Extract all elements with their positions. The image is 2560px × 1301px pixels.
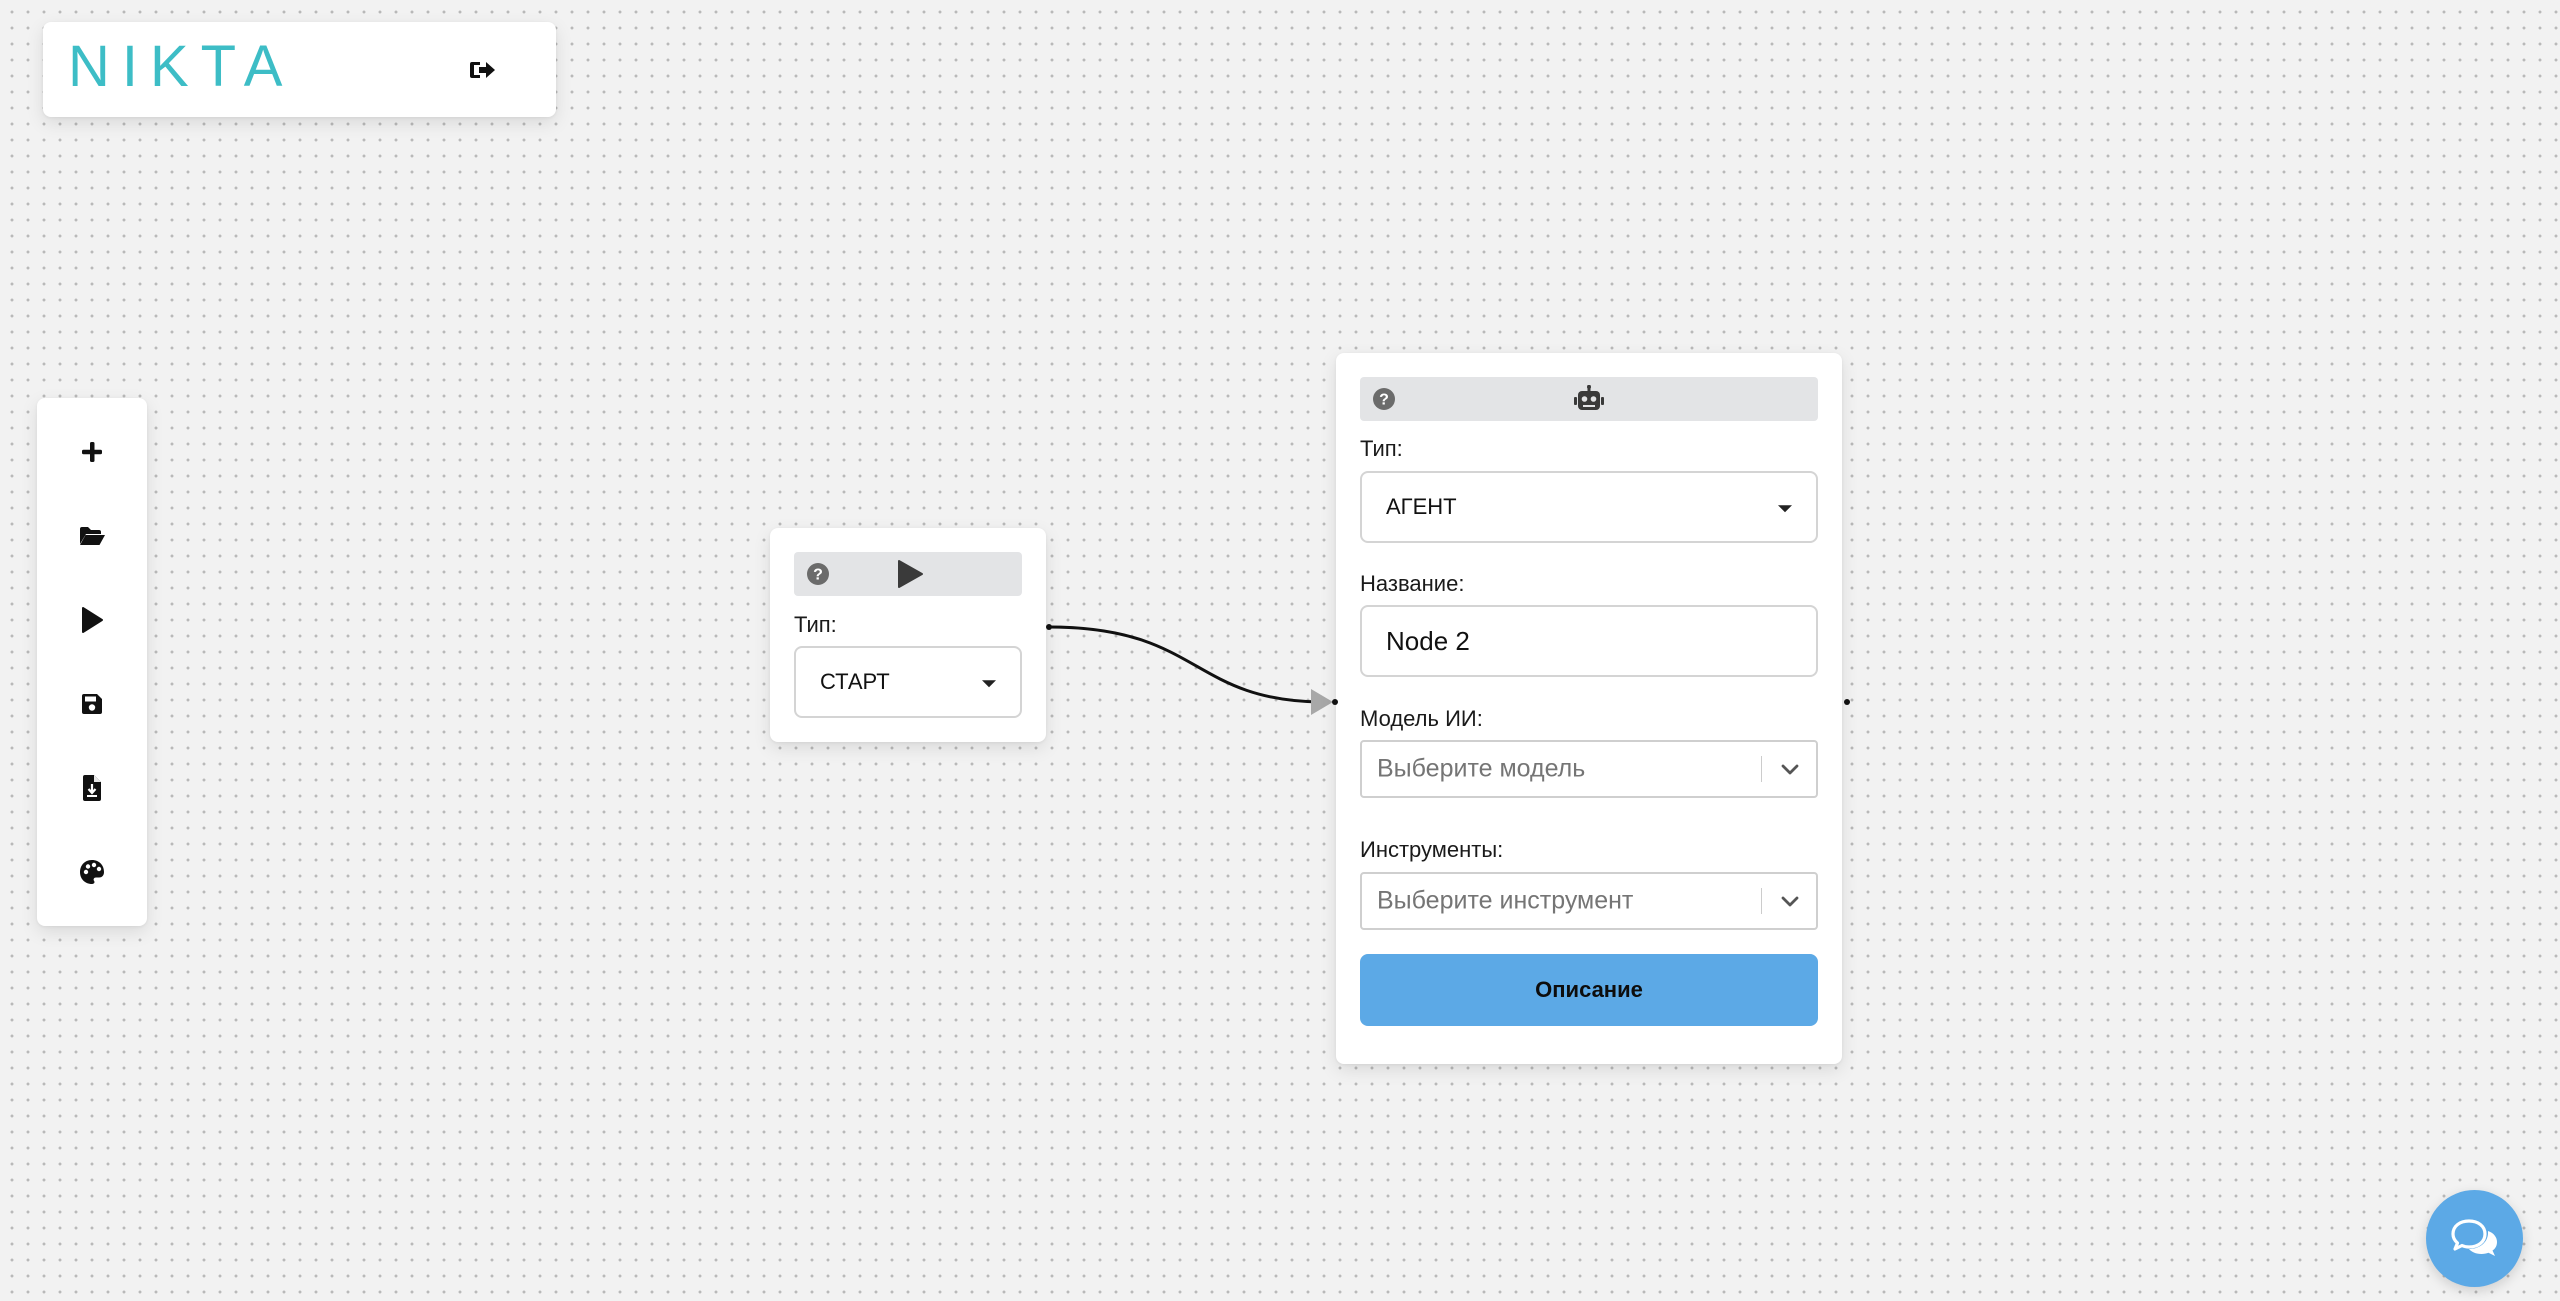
play-icon [898,560,923,588]
start-type-value: СТАРТ [820,669,890,694]
agent-node[interactable]: ? Тип: АГЕНТ Название: Модель ИИ: Выбери… [1332,353,1850,1064]
tools-label: Инструменты: [1360,837,1504,862]
agent-node-output-handle[interactable] [1844,699,1850,705]
svg-text:?: ? [813,567,823,584]
start-type-label: Тип: [794,612,837,637]
caret-down-icon [982,680,996,688]
import-file-button[interactable] [74,770,110,806]
sign-out-icon [470,62,495,78]
run-button[interactable] [74,602,110,638]
agent-type-select[interactable]: АГЕНТ [1360,471,1818,543]
chevron-down-icon[interactable] [1778,889,1802,913]
start-node[interactable]: ? Тип: СТАРТ [770,528,1052,742]
file-import-icon [83,775,101,801]
comments-icon [2450,1218,2497,1256]
model-label: Модель ИИ: [1360,706,1483,731]
save-icon [82,694,102,714]
description-button[interactable]: Описание [1360,954,1818,1026]
start-node-output-handle[interactable] [1046,624,1052,630]
app-logo: NIKTA [68,34,295,99]
header-card: NIKTA [43,22,556,117]
open-project-button[interactable] [74,518,110,554]
question-circle-icon[interactable]: ? [1372,387,1396,411]
agent-type-label: Тип: [1360,436,1403,461]
agent-node-header[interactable]: ? [1360,377,1818,421]
agent-type-value: АГЕНТ [1386,494,1457,519]
start-node-header[interactable]: ? [794,552,1022,596]
caret-down-icon [1778,505,1792,513]
save-button[interactable] [74,686,110,722]
chevron-down-icon[interactable] [1778,757,1802,781]
edge-start-to-agent[interactable] [0,0,2560,1301]
palette-icon [80,860,104,884]
question-circle-icon[interactable]: ? [806,562,830,586]
model-select-placeholder: Выберите модель [1377,754,1586,783]
folder-open-icon [80,527,105,545]
play-icon [82,607,103,633]
start-type-select[interactable]: СТАРТ [794,646,1022,718]
tools-select-placeholder: Выберите инструмент [1377,886,1634,915]
edge-arrow-icon [1311,689,1333,715]
model-select[interactable]: Выберите модель [1360,740,1818,798]
theme-button[interactable] [74,854,110,890]
svg-text:?: ? [1379,392,1389,409]
robot-icon [1574,385,1604,410]
agent-node-input-handle[interactable] [1332,699,1338,705]
agent-name-input[interactable] [1360,605,1818,677]
left-toolbar [37,398,147,926]
add-node-button[interactable] [74,434,110,470]
chat-button[interactable] [2426,1190,2523,1287]
agent-name-label: Название: [1360,571,1465,596]
logout-button[interactable] [465,52,501,88]
tools-select[interactable]: Выберите инструмент [1360,872,1818,930]
select-separator [1761,888,1762,914]
select-separator [1761,756,1762,782]
plus-icon [82,442,102,462]
